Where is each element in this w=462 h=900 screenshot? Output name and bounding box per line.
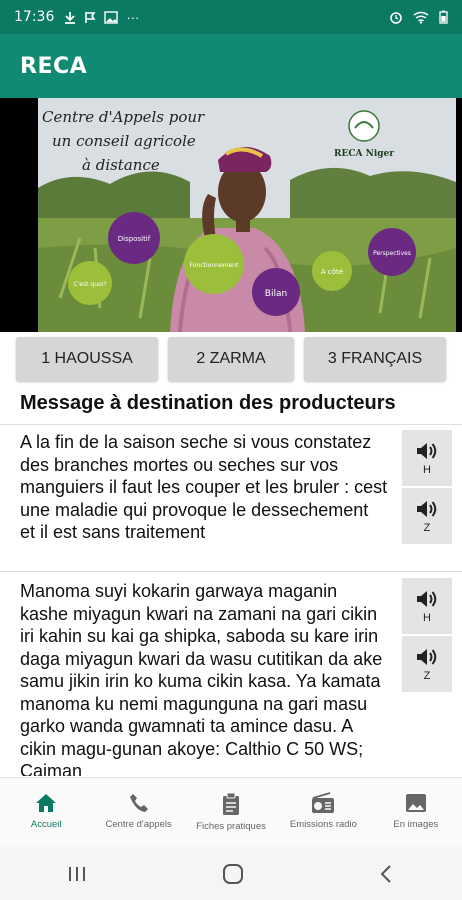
app-title: RECA [20, 53, 88, 79]
status-bar: 17:36 ··· [0, 0, 462, 34]
nav-label: Centre d'appels [105, 819, 172, 830]
back-icon[interactable] [378, 864, 396, 884]
phone-icon [129, 794, 148, 812]
battery-icon [439, 10, 448, 24]
alarm-icon [390, 12, 402, 24]
system-navigation [0, 847, 462, 900]
more-icon: ··· [126, 9, 140, 25]
home-icon [36, 794, 57, 812]
reca-logo-text: RECA Niger [334, 149, 394, 159]
audio-label: H [423, 612, 431, 624]
flag-icon [85, 11, 96, 23]
banner-caption-line1: Centre d'Appels pour [42, 108, 205, 126]
recents-icon[interactable] [66, 865, 88, 883]
bottom-navigation: Accueil Centre d'appels Fiches pratiques… [0, 777, 462, 847]
bubble-perspectives: Perspectives [368, 228, 416, 276]
bubble-bilan: Bilan [252, 268, 300, 316]
svg-text:Dispositif: Dispositif [118, 235, 151, 243]
image-icon [104, 10, 119, 24]
volume-icon [417, 591, 437, 607]
audio-haoussa-button[interactable]: H [402, 578, 452, 634]
svg-text:Perspectives: Perspectives [373, 250, 411, 257]
divider [0, 424, 462, 425]
nav-en-images[interactable]: En images [370, 778, 462, 847]
nav-label: En images [393, 819, 439, 830]
audio-zarma-button[interactable]: Z [402, 636, 452, 692]
svg-text:Fonctionnement: Fonctionnement [190, 262, 239, 269]
section-title: Message à destination des producteurs [20, 392, 396, 414]
nav-emissions-radio[interactable]: Emissions radio [277, 778, 369, 847]
nav-label: Fiches pratiques [196, 821, 266, 832]
clipboard-icon [223, 792, 240, 815]
bubble-cest-quoi: C'est quoi? [68, 261, 112, 305]
message-text: A la fin de la saison seche si vous cons… [20, 432, 388, 542]
svg-text:A côté: A côté [321, 268, 343, 276]
photo-icon [405, 794, 426, 812]
wifi-icon [413, 11, 429, 24]
bubble-dispositif: Dispositif [108, 212, 160, 264]
nav-label: Accueil [30, 819, 62, 830]
svg-text:C'est quoi?: C'est quoi? [73, 281, 106, 288]
nav-label: Emissions radio [289, 819, 357, 830]
nav-centre-appels[interactable]: Centre d'appels [92, 778, 184, 847]
audio-haoussa-button[interactable]: H [402, 430, 452, 486]
volume-icon [417, 501, 437, 517]
nav-accueil[interactable]: Accueil [0, 778, 92, 847]
bubble-fonctionnement: Fonctionnement [184, 234, 244, 294]
audio-label: Z [423, 522, 431, 534]
volume-icon [417, 649, 437, 665]
lang-haoussa-button[interactable]: 1 HAOUSSA [16, 337, 158, 381]
lang-zarma-button[interactable]: 2 ZARMA [168, 337, 294, 381]
audio-label: H [423, 464, 431, 476]
radio-icon [312, 792, 335, 813]
language-selector: 1 HAOUSSA 2 ZARMA 3 FRANÇAIS [0, 337, 462, 383]
banner-image[interactable]: Centre d'Appels pour un conseil agricole… [0, 98, 462, 332]
divider [0, 571, 462, 572]
lang-francais-button[interactable]: 3 FRANÇAIS [304, 337, 446, 381]
banner-caption-line2: un conseil agricole [52, 132, 196, 150]
nav-fiches-pratiques[interactable]: Fiches pratiques [185, 778, 277, 847]
download-icon [65, 11, 76, 24]
app-bar: RECA [0, 34, 462, 98]
volume-icon [417, 443, 437, 459]
status-time: 17:36 [14, 9, 55, 25]
audio-label: Z [423, 670, 431, 682]
message-text: Manoma suyi kokarin garwaya maganin kash… [20, 581, 383, 776]
banner-caption-line3: à distance [82, 156, 160, 174]
audio-zarma-button[interactable]: Z [402, 488, 452, 544]
home-circle-icon[interactable] [221, 862, 245, 886]
bubble-a-cote: A côté [312, 251, 352, 291]
svg-text:Bilan: Bilan [265, 289, 287, 299]
